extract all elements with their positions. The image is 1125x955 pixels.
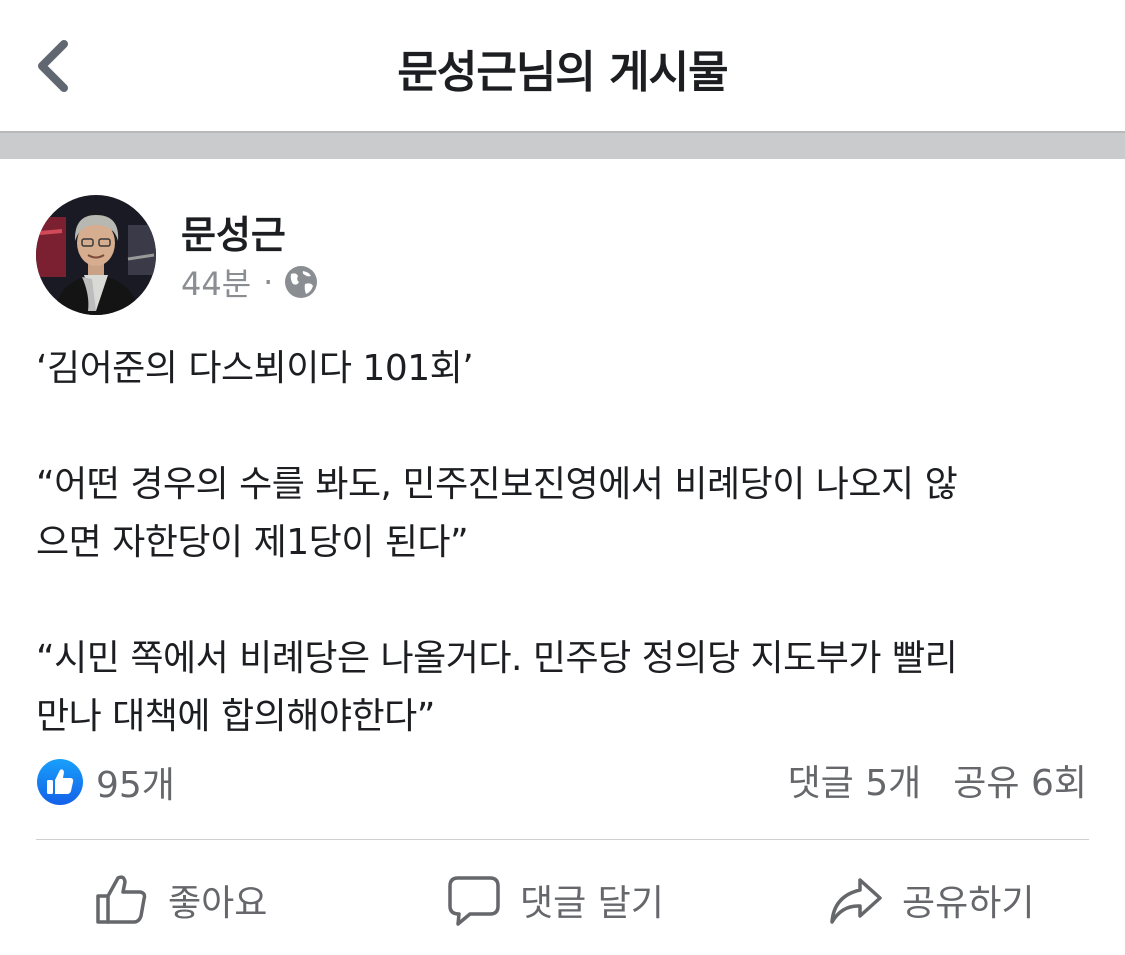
like-count: 95개 [96, 765, 175, 806]
header-bar: 문성근님의 게시물 [0, 0, 1125, 132]
speech-bubble-icon [448, 876, 500, 926]
post-paragraph: “시민 쪽에서 비례당은 나올거다. 민주당 정의당 지도부가 빨리 만나 대책… [36, 638, 958, 737]
engagement-counts: 댓글 5개 공유 6회 [788, 756, 1087, 804]
post-paragraph: ‘김어준의 다스뵈이다 101회’ [36, 348, 474, 389]
post-time[interactable]: 44분 [181, 259, 251, 305]
share-count[interactable]: 공유 6회 [953, 754, 1087, 806]
comment-button[interactable]: 댓글 달기 [446, 870, 664, 930]
author-name[interactable]: 문성근 [181, 204, 286, 259]
share-arrow-icon [830, 878, 882, 924]
avatar-photo [36, 195, 156, 315]
post-text: ‘김어준의 다스뵈이다 101회’ “어떤 경우의 수를 봐도, 민주진보진영에… [36, 340, 1096, 746]
like-button[interactable]: 좋아요 [94, 870, 267, 930]
thumbs-up-icon [96, 875, 147, 924]
action-divider [36, 839, 1089, 840]
post-meta: 44분 · [181, 259, 319, 305]
comment-count[interactable]: 댓글 5개 [788, 754, 922, 806]
section-separator [0, 133, 1125, 159]
like-button-label: 좋아요 [168, 883, 268, 924]
meta-separator: · [263, 263, 274, 301]
share-button[interactable]: 공유하기 [828, 870, 1034, 930]
globe-icon [285, 266, 318, 298]
share-button-label: 공유하기 [902, 883, 1035, 924]
reaction-summary[interactable]: 95개 [36, 756, 175, 808]
comment-button-label: 댓글 달기 [520, 883, 664, 924]
page-title: 문성근님의 게시물 [397, 47, 728, 98]
author-avatar[interactable] [36, 195, 156, 315]
thumbs-up-badge-icon [37, 759, 83, 805]
post-paragraph: “어떤 경우의 수를 봐도, 민주진보진영에서 비례당이 나오지 않 으면 자한… [36, 464, 958, 563]
